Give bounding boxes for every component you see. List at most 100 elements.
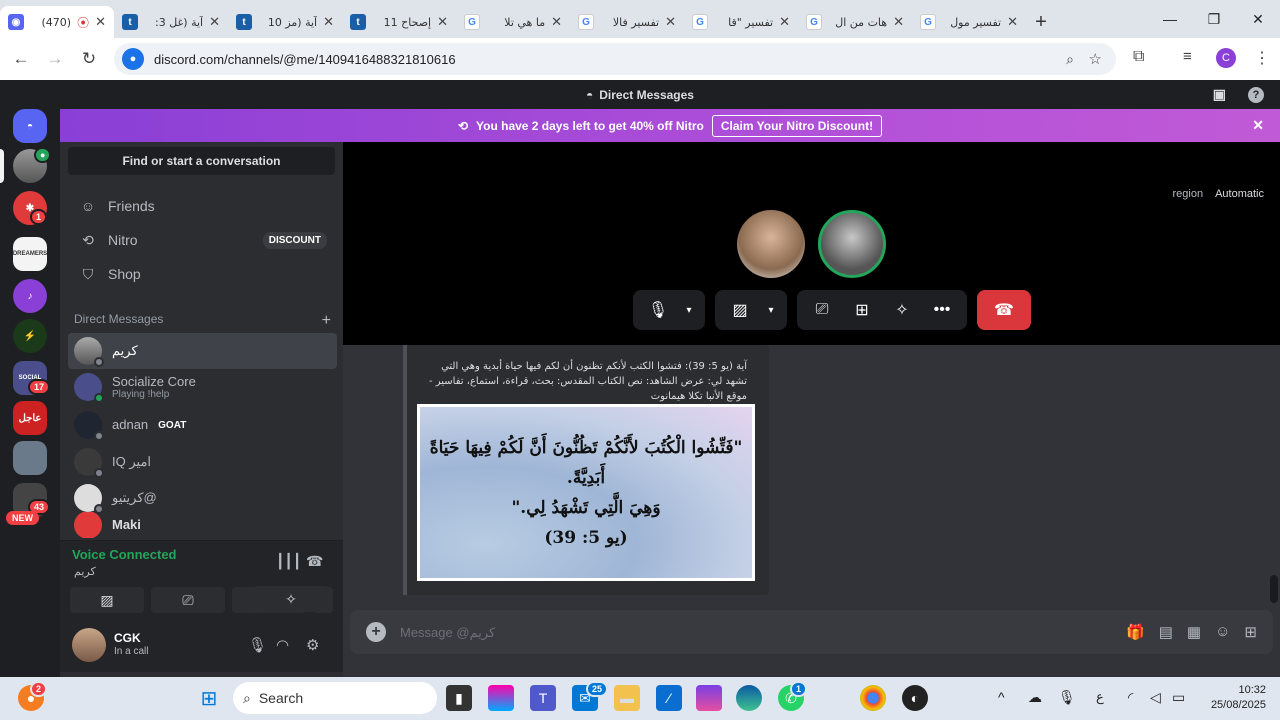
wifi-icon[interactable]: ◜ <box>1128 689 1133 706</box>
gift-icon[interactable]: 🎁 <box>1126 623 1145 641</box>
tab-5[interactable]: G ما هي تلا ✕ <box>456 6 570 38</box>
close-icon[interactable]: ✕ <box>1252 117 1264 134</box>
copilot-icon[interactable] <box>488 685 514 711</box>
media-icon[interactable]: ≡ <box>1183 48 1192 65</box>
minimize-icon[interactable]: — <box>1148 0 1192 38</box>
tab-2[interactable]: t آية (غل 3: ✕ <box>114 6 228 38</box>
server-icon[interactable]: عاجل <box>13 401 47 435</box>
video-off-button[interactable]: ▨ <box>70 587 144 613</box>
microphone-button[interactable]: 🎙 <box>639 290 677 330</box>
dm-item[interactable]: adnan GOAT <box>68 407 337 443</box>
tab-discord[interactable]: ◉ (470) ⦿ ✕ <box>0 6 114 38</box>
tab-9[interactable]: G تفسير مول ✕ <box>912 6 1026 38</box>
screen-share-button[interactable]: ⎚ <box>151 587 225 613</box>
close-icon[interactable]: ✕ <box>665 14 676 30</box>
sidebar-item-friends[interactable]: ☺ Friends <box>68 190 335 222</box>
teams-icon[interactable]: T <box>530 685 556 711</box>
close-icon[interactable]: ✕ <box>551 14 562 30</box>
office-icon[interactable] <box>696 685 722 711</box>
microphone-icon[interactable]: 🎙 <box>248 636 267 654</box>
emoji-icon[interactable]: ☺ <box>1215 623 1230 641</box>
dm-item[interactable]: كريم <box>68 333 337 369</box>
participant-avatar[interactable] <box>818 210 886 278</box>
avatar[interactable] <box>72 628 106 662</box>
close-icon[interactable]: ✕ <box>779 14 790 30</box>
soundboard-button[interactable]: ✧ <box>883 290 921 330</box>
windows-start-icon[interactable]: ⊞ <box>196 685 222 711</box>
tab-6[interactable]: G تفسير فالا ✕ <box>570 6 684 38</box>
language-indicator[interactable]: ع <box>1096 689 1104 705</box>
microphone-icon[interactable]: 🎙 <box>1058 689 1076 706</box>
task-view-icon[interactable]: ▮ <box>446 685 472 711</box>
extensions-icon[interactable]: ⧉ <box>1133 48 1144 66</box>
clock[interactable]: 10:32 25/08/2025 <box>1211 683 1266 713</box>
reload-icon[interactable]: ↻ <box>72 42 106 76</box>
apps-icon[interactable]: ⊞ <box>1244 623 1257 641</box>
bookmark-star-icon[interactable]: ☆ <box>1089 50 1102 68</box>
headphones-icon[interactable]: ◠ <box>276 636 289 654</box>
battery-icon[interactable]: ▭ <box>1172 689 1185 706</box>
server-icon[interactable]: ♪ <box>13 279 47 313</box>
close-icon[interactable]: ✕ <box>323 14 334 30</box>
dm-item[interactable]: Maki <box>68 512 337 538</box>
chrome-icon[interactable] <box>860 685 886 711</box>
sidebar-item-nitro[interactable]: ⟲ Nitro DISCOUNT <box>68 224 335 256</box>
create-dm-icon[interactable]: + <box>322 312 331 330</box>
url-text[interactable]: discord.com/channels/@me/140941648832181… <box>154 52 456 67</box>
attach-button[interactable]: + <box>366 622 386 642</box>
inbox-icon[interactable]: ▣ <box>1213 86 1226 103</box>
scrollbar[interactable] <box>1270 575 1278 603</box>
home-button[interactable]: ◓ <box>13 109 47 143</box>
more-options-button[interactable]: ••• <box>923 290 961 330</box>
profile-avatar[interactable]: C <box>1216 48 1236 68</box>
taskbar-search[interactable]: ⌕ Search <box>233 682 437 714</box>
chevron-down-icon[interactable]: ▾ <box>761 290 781 330</box>
forward-icon[interactable]: → <box>38 42 72 76</box>
chevron-up-icon[interactable]: ^ <box>998 689 1005 705</box>
sticker-icon[interactable]: ▦ <box>1187 623 1201 641</box>
sidebar-item-shop[interactable]: ⛉ Shop <box>68 258 335 290</box>
participant-avatar[interactable] <box>737 210 805 278</box>
tab-8[interactable]: G هات من ال ✕ <box>798 6 912 38</box>
volume-icon[interactable]: ◁ <box>1150 689 1161 706</box>
leave-call-button[interactable]: ☎ <box>977 290 1031 330</box>
close-icon[interactable]: ✕ <box>95 14 106 30</box>
cloud-icon[interactable]: ☁ <box>1028 689 1042 706</box>
dm-item[interactable]: كريتيو@ <box>68 480 337 516</box>
screen-share-button[interactable]: ⎚ <box>803 290 841 330</box>
close-icon[interactable]: ✕ <box>437 14 448 30</box>
url-bar[interactable]: ● discord.com/channels/@me/1409416488321… <box>114 43 1116 75</box>
close-window-icon[interactable]: ✕ <box>1236 0 1280 38</box>
embed-image[interactable]: "فَتِّشُوا الْكُتُبَ لأَنَّكُمْ تَظُنُّو… <box>417 404 755 581</box>
dm-item[interactable]: Socialize Core Playing !help <box>68 369 337 405</box>
soundboard-button[interactable]: ✧ <box>253 586 329 612</box>
server-icon[interactable] <box>13 441 47 475</box>
app-icon[interactable]: ⁄ <box>656 685 682 711</box>
site-info-icon[interactable]: ● <box>122 48 144 70</box>
zoom-icon[interactable]: ⌕ <box>1066 51 1074 68</box>
close-icon[interactable]: ✕ <box>209 14 220 30</box>
region-selector[interactable]: region Automatic <box>1173 188 1265 200</box>
tab-4[interactable]: t إصحاح 11 ✕ <box>342 6 456 38</box>
edge-icon[interactable] <box>736 685 762 711</box>
file-explorer-icon[interactable]: ▬ <box>614 685 640 711</box>
server-icon[interactable]: DREAMERS <box>13 237 47 271</box>
noise-suppression-icon[interactable]: ┃┃┃ <box>276 553 301 570</box>
message-input[interactable] <box>400 624 1127 640</box>
help-icon[interactable]: ? <box>1248 86 1264 103</box>
gif-icon[interactable]: ▤ <box>1159 623 1173 641</box>
gear-icon[interactable]: ⚙ <box>306 636 319 654</box>
tab-3[interactable]: t آية (مز 10 ✕ <box>228 6 342 38</box>
claim-discount-button[interactable]: Claim Your Nitro Discount! <box>711 114 883 137</box>
close-icon[interactable]: ✕ <box>1007 14 1018 30</box>
menu-icon[interactable]: ⋮ <box>1254 48 1270 68</box>
find-conversation-button[interactable]: Find or start a conversation <box>68 147 335 175</box>
chevron-down-icon[interactable]: ▾ <box>679 290 699 330</box>
server-icon[interactable]: ⚡ <box>13 319 47 353</box>
disconnect-icon[interactable]: ☎ <box>306 553 323 570</box>
dm-item[interactable]: IQ امير <box>68 444 337 480</box>
back-icon[interactable]: ← <box>4 42 38 76</box>
app-icon[interactable]: ◐ <box>902 685 928 711</box>
restore-icon[interactable]: ❐ <box>1192 0 1236 38</box>
close-icon[interactable]: ✕ <box>893 14 904 30</box>
